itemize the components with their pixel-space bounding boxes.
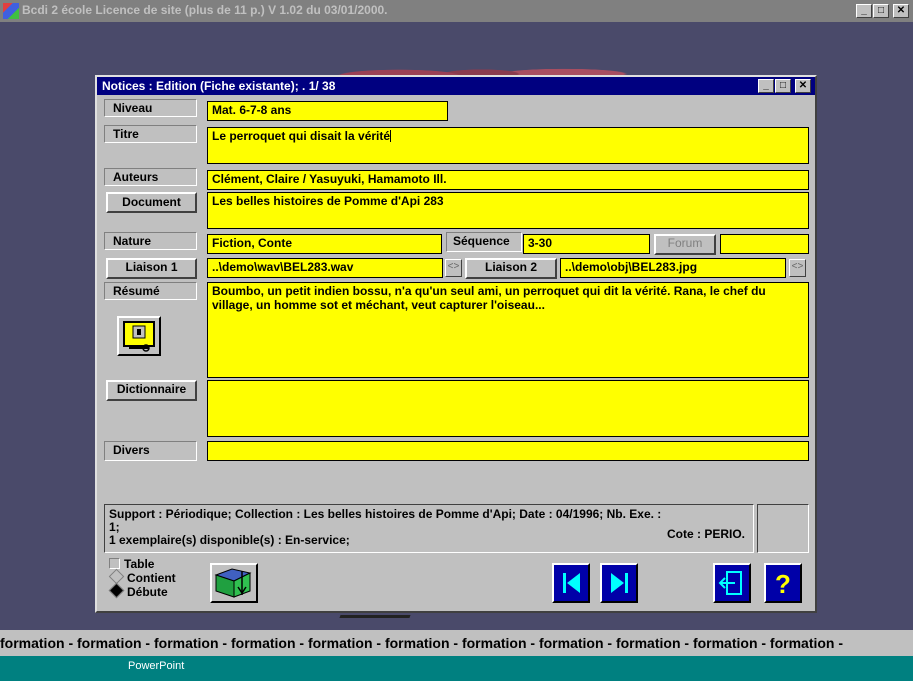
forum-button[interactable]: Forum bbox=[654, 234, 716, 255]
titre-value: Le perroquet qui disait la vérité bbox=[212, 129, 391, 143]
app-icon bbox=[3, 3, 19, 19]
titre-field[interactable]: Le perroquet qui disait la vérité bbox=[207, 127, 809, 164]
map-icon[interactable] bbox=[210, 563, 258, 603]
table-checkbox[interactable] bbox=[109, 558, 120, 569]
nature-label: Nature bbox=[104, 232, 197, 250]
table-checkbox-label: Table bbox=[124, 557, 155, 571]
taskbar-item-powerpoint[interactable]: PowerPoint bbox=[128, 660, 184, 672]
dialog-titlebar: Notices : Edition (Fiche existante); . 1… bbox=[97, 77, 815, 95]
first-record-icon[interactable] bbox=[552, 563, 590, 603]
taskbar: PowerPoint bbox=[0, 656, 913, 681]
svg-text:?: ? bbox=[775, 569, 791, 599]
notice-edit-dialog: Notices : Edition (Fiche existante); . 1… bbox=[95, 75, 817, 613]
liaison2-browse-icon[interactable]: <> bbox=[789, 259, 806, 277]
shadow-decoration bbox=[339, 615, 411, 618]
dialog-minimize-icon[interactable]: _ bbox=[758, 79, 774, 93]
status-side-panel bbox=[757, 504, 809, 553]
resume-field[interactable]: Boumbo, un petit indien bossu, n'a qu'un… bbox=[207, 282, 809, 378]
auteurs-label: Auteurs bbox=[104, 168, 197, 186]
dialog-maximize-icon[interactable]: □ bbox=[775, 79, 791, 93]
auteurs-field[interactable]: Clément, Claire / Yasuyuki, Hamamoto Ill… bbox=[207, 170, 809, 190]
dialog-title: Notices : Edition (Fiche existante); . 1… bbox=[102, 79, 336, 93]
scrolling-banner: formation - formation - formation - form… bbox=[0, 630, 913, 656]
document-button[interactable]: Document bbox=[106, 192, 197, 213]
table-checkbox-row[interactable]: Table bbox=[109, 558, 199, 571]
cote-value: Cote : PERIO. bbox=[666, 527, 745, 541]
divers-field[interactable] bbox=[207, 441, 809, 461]
text-cursor bbox=[390, 130, 392, 142]
debute-radio-row[interactable]: Débute bbox=[108, 582, 199, 599]
close-icon[interactable]: ✕ bbox=[893, 4, 909, 18]
app-title: Bcdi 2 école Licence de site (plus de 11… bbox=[22, 3, 388, 17]
titre-label: Titre bbox=[104, 125, 197, 143]
niveau-field[interactable]: Mat. 6-7-8 ans bbox=[207, 101, 448, 121]
help-icon[interactable]: ? bbox=[764, 563, 802, 603]
dialog-close-icon[interactable]: ✕ bbox=[795, 79, 811, 93]
document-field[interactable]: Les belles histoires de Pomme d'Api 283 bbox=[207, 192, 809, 229]
debute-radio-label: Débute bbox=[127, 585, 168, 599]
status-line-1: Support : Périodique; Collection : Les b… bbox=[109, 507, 662, 521]
liaison1-field[interactable]: ..\demo\wav\BEL283.wav bbox=[207, 258, 443, 278]
minimize-icon[interactable]: _ bbox=[856, 4, 872, 18]
liaison2-field[interactable]: ..\demo\obj\BEL283.jpg bbox=[560, 258, 786, 278]
search-options: Table Contient Débute bbox=[108, 558, 199, 599]
forum-field[interactable] bbox=[720, 234, 809, 254]
contient-radio-label: Contient bbox=[127, 571, 176, 585]
exit-icon[interactable] bbox=[713, 563, 751, 603]
maximize-icon[interactable]: □ bbox=[873, 4, 889, 18]
status-line-3: 1 exemplaire(s) disponible(s) : En-servi… bbox=[109, 533, 350, 547]
status-panel: Support : Périodique; Collection : Les b… bbox=[104, 504, 754, 553]
sequence-field[interactable]: 3-30 bbox=[523, 234, 650, 254]
niveau-label: Niveau bbox=[104, 99, 197, 117]
debute-radio[interactable] bbox=[108, 582, 125, 599]
dictionnaire-button[interactable]: Dictionnaire bbox=[106, 380, 197, 401]
next-record-icon[interactable] bbox=[600, 563, 638, 603]
contient-radio-row[interactable]: Contient bbox=[108, 568, 199, 585]
liaison1-browse-icon[interactable]: <> bbox=[445, 259, 462, 277]
key-lock-icon[interactable] bbox=[117, 316, 161, 356]
divers-label: Divers bbox=[104, 441, 197, 461]
dictionnaire-field[interactable] bbox=[207, 380, 809, 437]
resume-label: Résumé bbox=[104, 282, 197, 300]
sequence-label: Séquence bbox=[446, 232, 522, 252]
app-titlebar: Bcdi 2 école Licence de site (plus de 11… bbox=[0, 0, 913, 22]
liaison2-button[interactable]: Liaison 2 bbox=[465, 258, 557, 279]
nature-field[interactable]: Fiction, Conte bbox=[207, 234, 442, 254]
liaison1-button[interactable]: Liaison 1 bbox=[106, 258, 197, 279]
